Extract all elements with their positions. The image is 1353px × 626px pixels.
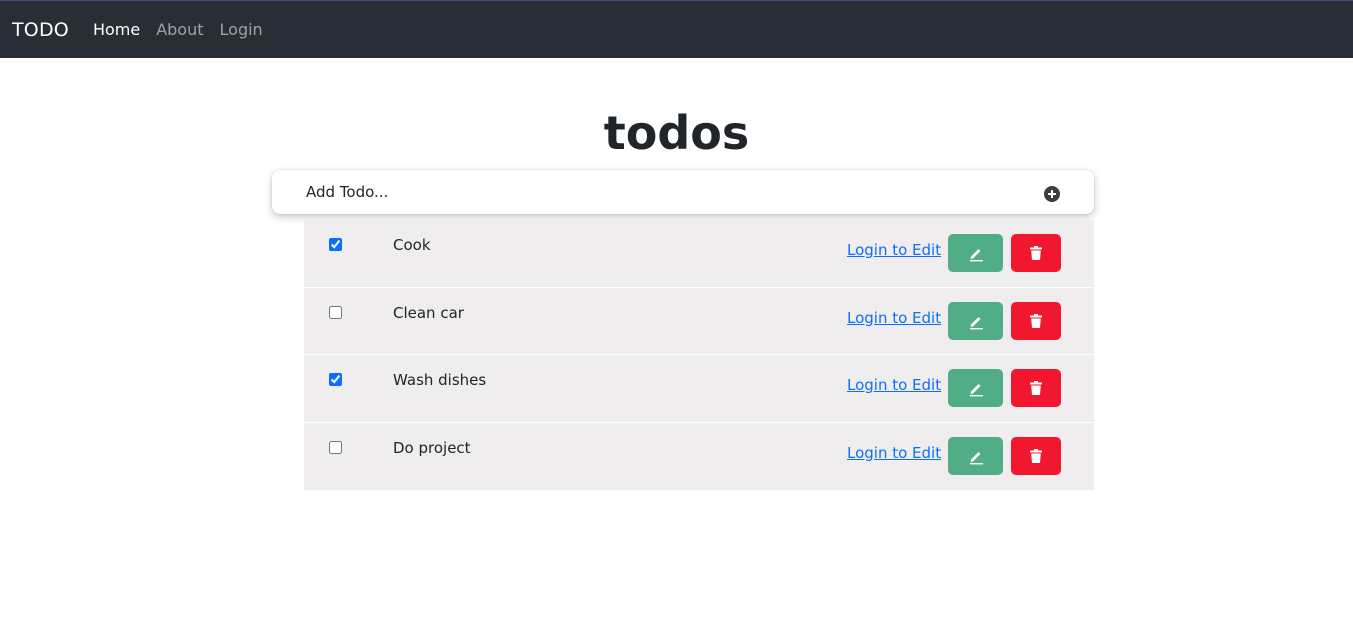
brand-logo[interactable]: TODO [12, 19, 69, 41]
todo-checkbox[interactable] [329, 373, 342, 386]
delete-button[interactable] [1011, 301, 1061, 340]
trash-icon [1030, 448, 1042, 463]
trash-icon [1030, 313, 1042, 328]
todo-list: Cook Login to Edit Clean car Login to Ed… [304, 220, 1094, 490]
nav-links: Home About Login [93, 20, 279, 39]
todo-text: Wash dishes [393, 371, 487, 389]
todo-text: Clean car [393, 303, 464, 322]
trash-icon [1030, 246, 1042, 260]
pencil-icon [969, 384, 983, 397]
todo-text: Do project [393, 438, 471, 457]
todo-checkbox[interactable] [329, 305, 342, 319]
delete-button[interactable] [1011, 436, 1061, 475]
page-title: todos [603, 106, 750, 160]
edit-button[interactable] [948, 369, 1003, 407]
pencil-icon [969, 451, 983, 464]
todo-item: Clean car Login to Edit [304, 288, 1094, 355]
login-to-edit-link[interactable]: Login to Edit [847, 444, 941, 462]
edit-button[interactable] [948, 301, 1003, 340]
pencil-icon [969, 316, 983, 329]
todo-checkbox[interactable] [329, 238, 342, 251]
add-todo-form [272, 170, 1094, 214]
nav-link-about[interactable]: About [156, 20, 203, 39]
login-to-edit-link[interactable]: Login to Edit [847, 309, 941, 327]
pencil-icon [969, 249, 983, 262]
nav-link-login[interactable]: Login [220, 20, 263, 39]
login-to-edit-link[interactable]: Login to Edit [847, 241, 941, 259]
edit-button[interactable] [948, 436, 1003, 475]
navbar: TODO Home About Login [0, 0, 1353, 58]
add-todo-input[interactable] [306, 177, 1006, 207]
todo-item: Cook Login to Edit [304, 220, 1094, 288]
todo-item: Do project Login to Edit [304, 423, 1094, 491]
plus-circle-icon[interactable] [1044, 186, 1060, 202]
login-to-edit-link[interactable]: Login to Edit [847, 376, 941, 394]
todo-item: Wash dishes Login to Edit [304, 355, 1094, 423]
todo-checkbox[interactable] [329, 440, 342, 454]
delete-button[interactable] [1011, 369, 1061, 407]
todo-text: Cook [393, 236, 431, 254]
edit-button[interactable] [948, 234, 1003, 272]
trash-icon [1030, 381, 1042, 395]
delete-button[interactable] [1011, 234, 1061, 272]
nav-link-home[interactable]: Home [93, 20, 140, 39]
